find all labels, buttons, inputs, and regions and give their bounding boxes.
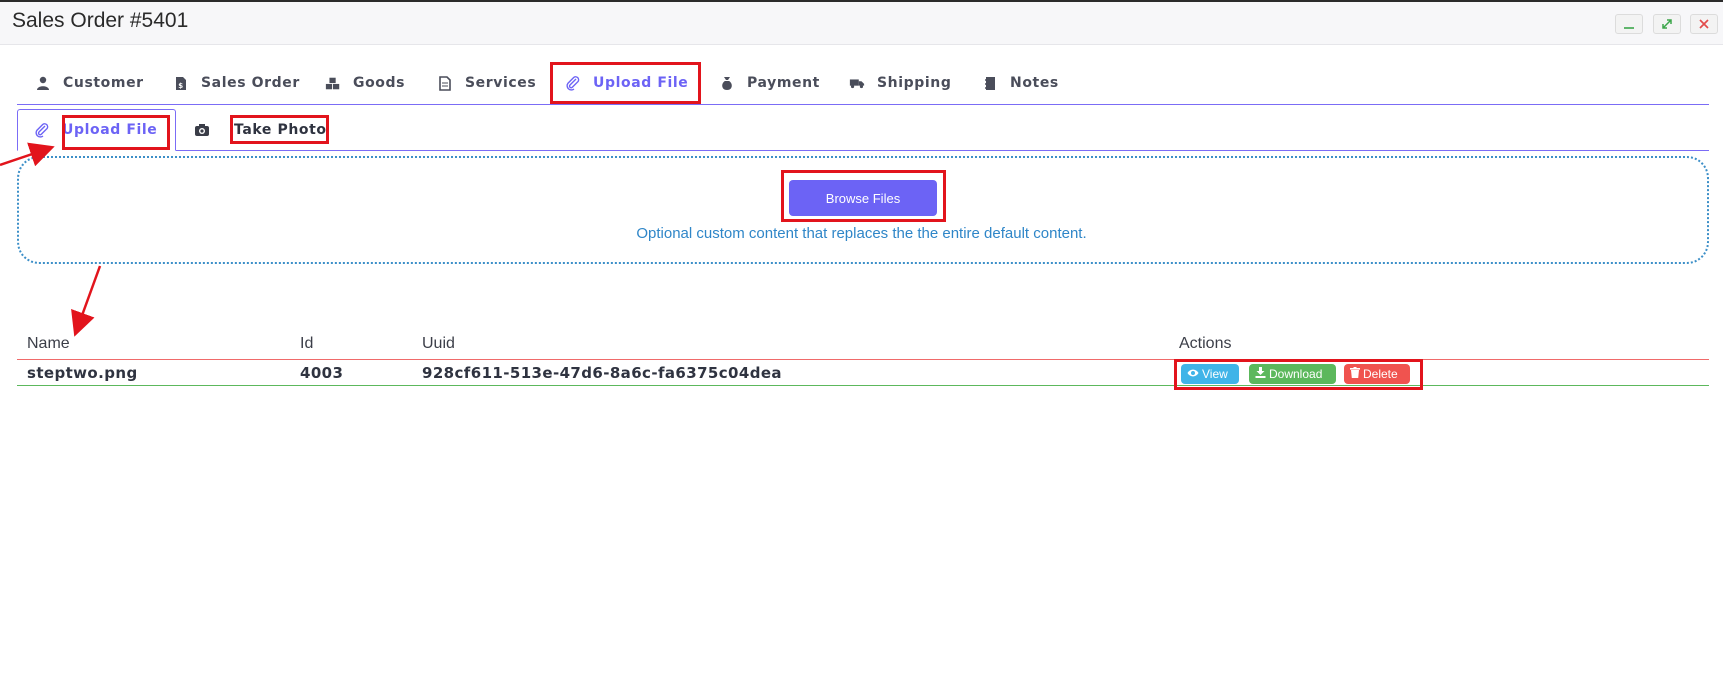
arrow-to-file-table (71, 265, 102, 337)
annotation-arrows (0, 142, 102, 337)
arrow-to-upload-subtab (0, 142, 55, 167)
